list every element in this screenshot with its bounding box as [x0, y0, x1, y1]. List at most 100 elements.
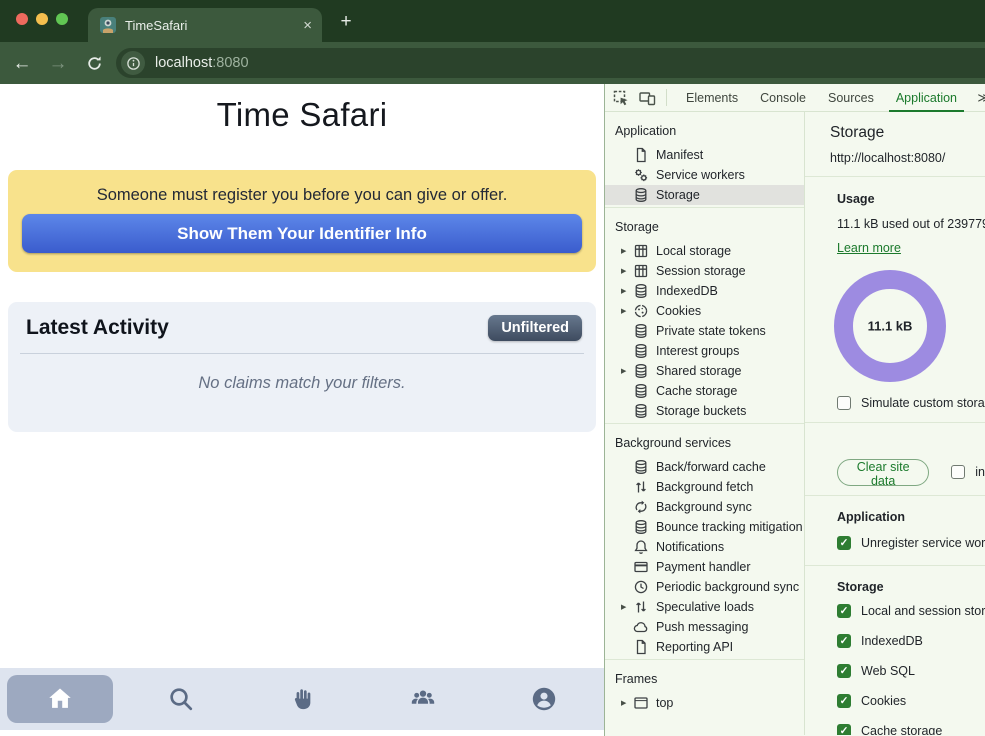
tree-item-label: Storage — [656, 188, 700, 202]
checkbox-cookies[interactable]: ✓ Cookies — [837, 694, 985, 708]
clear-site-data-button[interactable]: Clear site data — [837, 459, 929, 486]
address-bar[interactable]: localhost:8080 — [116, 48, 985, 78]
checkbox-icon[interactable] — [951, 465, 965, 479]
nav-item-profile[interactable] — [483, 668, 604, 730]
close-tab-icon[interactable]: × — [303, 18, 312, 33]
reload-button[interactable] — [80, 42, 108, 84]
learn-more-link[interactable]: Learn more — [837, 241, 901, 255]
database-icon — [633, 519, 649, 535]
checkbox-web-sql[interactable]: ✓Web SQL — [837, 664, 985, 678]
simulate-custom-storage-checkbox[interactable]: Simulate custom stora — [837, 396, 985, 410]
checkbox-cache-storage[interactable]: ✓ Cache storage — [837, 724, 985, 735]
tree-item-cache-storage[interactable]: Cache storage — [605, 381, 804, 401]
tree-item-periodic-background-sync[interactable]: Periodic background sync — [605, 577, 804, 597]
registration-alert: Someone must register you before you can… — [8, 170, 596, 272]
tree-item-storage[interactable]: Storage — [605, 185, 804, 205]
checkbox-label: Local and session stor — [861, 604, 985, 618]
minimize-window-button[interactable] — [36, 13, 48, 25]
expander-icon[interactable]: ▶ — [621, 699, 633, 707]
table-icon — [633, 243, 649, 259]
devtools-tab-console[interactable]: Console — [749, 84, 817, 111]
devtools-tab-elements[interactable]: Elements — [675, 84, 749, 111]
usage-heading: Usage — [837, 192, 985, 206]
tree-item-payment-handler[interactable]: Payment handler — [605, 557, 804, 577]
tree-item-label: Push messaging — [656, 620, 748, 634]
expander-icon[interactable]: ▶ — [621, 603, 633, 611]
nav-item-users[interactable] — [362, 668, 483, 730]
tree-item-reporting-api[interactable]: Reporting API — [605, 637, 804, 657]
tree-item-background-fetch[interactable]: Background fetch — [605, 477, 804, 497]
nav-item-search[interactable] — [121, 668, 242, 730]
devtools-tab-application[interactable]: Application — [885, 84, 968, 111]
tree-item-back-forward-cache[interactable]: Back/forward cache — [605, 457, 804, 477]
expander-icon[interactable]: ▶ — [621, 247, 633, 255]
tree-item-manifest[interactable]: Manifest — [605, 145, 804, 165]
expander-icon[interactable]: ▶ — [621, 267, 633, 275]
tree-item-interest-groups[interactable]: Interest groups — [605, 341, 804, 361]
tree-item-shared-storage[interactable]: ▶Shared storage — [605, 361, 804, 381]
nav-item-home[interactable] — [0, 668, 121, 730]
checkbox-unregister-service-wor[interactable]: ✓Unregister service wor — [837, 536, 985, 550]
tree-item-background-sync[interactable]: Background sync — [605, 497, 804, 517]
section-title: Background services — [605, 436, 804, 457]
unfiltered-badge[interactable]: Unfiltered — [488, 315, 582, 341]
expander-icon[interactable]: ▶ — [621, 307, 633, 315]
alert-message: Someone must register you before you can… — [8, 186, 596, 205]
tree-item-label: Bounce tracking mitigation — [656, 520, 803, 534]
tree-item-cookies[interactable]: ▶Cookies — [605, 301, 804, 321]
search-icon — [167, 685, 195, 713]
tree-item-bounce-tracking-mitigation[interactable]: Bounce tracking mitigation — [605, 517, 804, 537]
forward-button[interactable]: → — [44, 42, 72, 84]
new-tab-button[interactable]: + — [332, 10, 360, 34]
database-icon — [633, 323, 649, 339]
checkbox-icon[interactable] — [837, 396, 851, 410]
checkbox-icon[interactable]: ✓ — [837, 664, 851, 678]
tree-item-session-storage[interactable]: ▶ Session storage — [605, 261, 804, 281]
tree-item-label: Background sync — [656, 500, 752, 514]
nav-item-hand[interactable] — [242, 668, 363, 730]
tree-item-local-storage[interactable]: ▶Local storage — [605, 241, 804, 261]
tree-item-label: Background fetch — [656, 480, 753, 494]
cookie-icon — [633, 303, 649, 319]
tree-item-speculative-loads[interactable]: ▶Speculative loads — [605, 597, 804, 617]
checkbox-label: Cookies — [861, 694, 906, 708]
site-info-icon[interactable] — [121, 51, 145, 75]
zoom-window-button[interactable] — [56, 13, 68, 25]
browser-tab[interactable]: TimeSafari × — [88, 8, 322, 42]
tree-item-label: Back/forward cache — [656, 460, 766, 474]
tree-item-service-workers[interactable]: Service workers — [605, 165, 804, 185]
page-content: Time Safari Someone must register you be… — [0, 84, 604, 736]
device-toolbar-icon[interactable] — [639, 84, 656, 111]
close-window-button[interactable] — [16, 13, 28, 25]
more-tabs-icon[interactable]: ≫ — [977, 84, 985, 111]
devtools-tab-sources[interactable]: Sources — [817, 84, 885, 111]
updown-icon — [633, 479, 649, 495]
show-identifier-info-button[interactable]: Show Them Your Identifier Info — [22, 214, 582, 253]
expander-icon[interactable]: ▶ — [621, 287, 633, 295]
including-third-party-checkbox[interactable]: in — [951, 465, 985, 479]
tree-item-indexeddb[interactable]: ▶IndexedDB — [605, 281, 804, 301]
sidebar-section-application: ApplicationManifestService workersStorag… — [605, 112, 804, 208]
tree-item-push-messaging[interactable]: Push messaging — [605, 617, 804, 637]
page-title: Time Safari — [0, 96, 604, 134]
tree-item-storage-buckets[interactable]: Storage buckets — [605, 401, 804, 421]
checkbox-indexeddb[interactable]: ✓IndexedDB — [837, 634, 985, 648]
expander-icon[interactable]: ▶ — [621, 367, 633, 375]
tree-item-label: Session storage — [656, 264, 746, 278]
checkbox-local-and-session-stor[interactable]: ✓ Local and session stor — [837, 604, 985, 618]
back-button[interactable]: ← — [8, 42, 36, 84]
gears-icon — [633, 167, 649, 183]
tree-item-notifications[interactable]: Notifications — [605, 537, 804, 557]
checkbox-label: Cache storage — [861, 724, 942, 735]
tab-title: TimeSafari — [125, 18, 187, 33]
usage-text: 11.1 kB used out of 239779 — [837, 217, 985, 231]
checkbox-icon[interactable]: ✓ — [837, 694, 851, 708]
checkbox-icon[interactable]: ✓ — [837, 634, 851, 648]
checkbox-icon[interactable]: ✓ — [837, 724, 851, 735]
tree-item-top[interactable]: ▶top — [605, 693, 804, 713]
checkbox-icon[interactable]: ✓ — [837, 604, 851, 618]
tree-item-label: Manifest — [656, 148, 703, 162]
inspect-element-icon[interactable] — [613, 84, 629, 111]
tree-item-private-state-tokens[interactable]: Private state tokens — [605, 321, 804, 341]
checkbox-icon[interactable]: ✓ — [837, 536, 851, 550]
